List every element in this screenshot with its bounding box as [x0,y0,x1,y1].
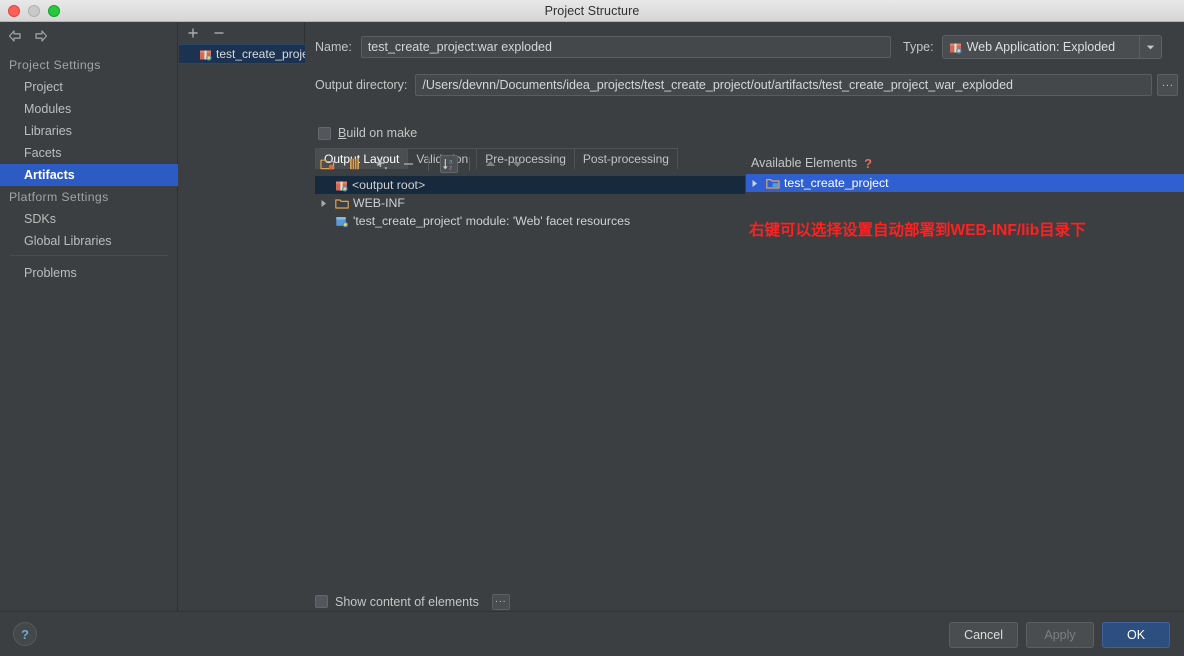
type-combobox-value-wrap: Web Application: Exploded [943,40,1139,54]
chevron-down-icon[interactable] [1138,36,1161,58]
sidebar-item-global-libraries[interactable]: Global Libraries [0,230,178,252]
sidebar-group-header: Project Settings [9,58,101,72]
tree-row-label: 'test_create_project' module: 'Web' face… [353,214,631,228]
build-on-make-label: Build on make [338,126,418,140]
remove-artifact-button[interactable] [211,25,227,41]
available-elements-tree: test_create_project [746,174,1184,192]
artifact-list: test_create_proje [179,44,305,611]
browse-output-directory-button[interactable]: ... [1157,74,1179,96]
tree-row[interactable]: 'test_create_project' module: 'Web' face… [315,212,745,230]
artifact-editor: Name: test_create_project:war exploded T… [306,22,1184,611]
available-elements-title: Available Elements [751,156,858,170]
name-row: Name: test_create_project:war exploded [315,36,891,58]
help-question-icon[interactable]: ? [864,156,872,171]
folder-icon [335,197,349,210]
add-copy-icon[interactable] [372,155,390,173]
artifact-icon [949,41,962,54]
sidebar-item-libraries[interactable]: Libraries [0,120,178,142]
tree-row-label: <output root> [352,178,426,192]
show-content-row: Show content of elements ... [306,592,1184,611]
twisty-collapsed-icon[interactable] [317,196,331,210]
sidebar-item-sdks[interactable]: SDKs [0,208,178,230]
tree-row-label: test_create_project [784,176,889,190]
type-label: Type: [903,40,934,54]
sidebar-item-problems[interactable]: Problems [0,262,178,284]
show-content-checkbox[interactable] [315,595,328,608]
close-button[interactable] [8,5,20,17]
build-on-make-checkbox[interactable] [318,126,331,140]
move-down-icon[interactable] [508,155,526,173]
maximize-button[interactable] [48,5,60,17]
type-combobox[interactable]: Web Application: Exploded [941,35,1162,59]
sidebar-item-modules[interactable]: Modules [0,98,178,120]
artifact-icon [335,179,348,192]
cancel-button[interactable]: Cancel [949,622,1018,648]
sidebar-item-project[interactable]: Project [0,76,178,98]
toolbar-divider [469,157,470,171]
window-controls [8,5,60,17]
artifact-list-panel: test_create_proje [179,22,305,611]
list-item-label: test_create_proje [216,47,305,61]
minimize-button[interactable] [28,5,40,17]
move-up-icon[interactable] [481,155,499,173]
show-content-label: Show content of elements [335,594,479,609]
back-arrow-icon[interactable] [6,27,24,45]
build-on-make-row[interactable]: Build on make [318,126,417,140]
create-directory-icon[interactable] [318,155,336,173]
sidebar-group-project-settings: Project Settings Project Modules Librari… [0,54,178,186]
red-annotation-text: 右键可以选择设置自动部署到WEB-INF/lib目录下 [749,222,1086,239]
tree-row[interactable]: test_create_project [746,174,1184,192]
sidebar-group-header: Platform Settings [9,190,109,204]
toolbar-divider [428,157,429,171]
list-item[interactable]: test_create_proje [179,44,305,64]
remove-icon[interactable] [399,155,417,173]
tree-row[interactable]: WEB-INF [315,194,745,212]
ok-button[interactable]: OK [1102,622,1170,648]
twisty-collapsed-icon[interactable] [748,176,762,190]
show-content-options-button[interactable]: ... [491,593,510,610]
sidebar-divider [10,255,168,256]
name-label: Name: [315,40,352,54]
output-layout-toolbar: a z [315,152,745,176]
sidebar-group-problems: Problems [0,262,178,284]
project-structure-dialog: Project Structure Project Settings Proje… [0,0,1184,656]
sidebar-group-platform-settings: Platform Settings SDKs Global Libraries [0,186,178,252]
artifact-icon [199,48,212,61]
sidebar-item-facets[interactable]: Facets [0,142,178,164]
facet-resource-icon [335,215,349,228]
sort-alphabetically-icon[interactable]: a z [440,155,458,173]
create-archive-icon[interactable] [345,155,363,173]
footer-button-group: Cancel Apply OK [949,622,1170,648]
tree-row[interactable]: <output root> [315,176,745,194]
navigation-arrows [6,27,50,45]
output-layout-pane: a z <output root> WEB-INF 'test_create_p… [315,152,745,592]
output-directory-row: Output directory: /Users/devnn/Documents… [315,74,1179,96]
type-combobox-label: Web Application: Exploded [966,40,1116,54]
output-directory-label: Output directory: [315,78,408,92]
name-input[interactable]: test_create_project:war exploded [360,36,891,58]
tree-row-label: WEB-INF [353,196,405,210]
available-elements-header: Available Elements ? [746,152,1184,174]
add-artifact-button[interactable] [185,25,201,41]
settings-sidebar: Project Settings Project Modules Librari… [0,22,178,611]
forward-arrow-icon[interactable] [32,27,50,45]
help-button[interactable]: ? [13,622,37,646]
svg-text:z: z [449,164,452,171]
sidebar-item-artifacts[interactable]: Artifacts [0,164,178,186]
dialog-footer: ? Cancel Apply OK [0,611,1184,656]
output-directory-input[interactable]: /Users/devnn/Documents/idea_projects/tes… [415,74,1153,96]
type-row: Type: Web Application: Exploded [903,35,1162,59]
module-folder-icon [766,177,780,190]
title-bar: Project Structure [0,0,1184,22]
artifact-list-toolbar [179,22,305,44]
window-title: Project Structure [544,3,640,18]
output-layout-tree: <output root> WEB-INF 'test_create_proje… [315,176,745,230]
apply-button[interactable]: Apply [1026,622,1094,648]
